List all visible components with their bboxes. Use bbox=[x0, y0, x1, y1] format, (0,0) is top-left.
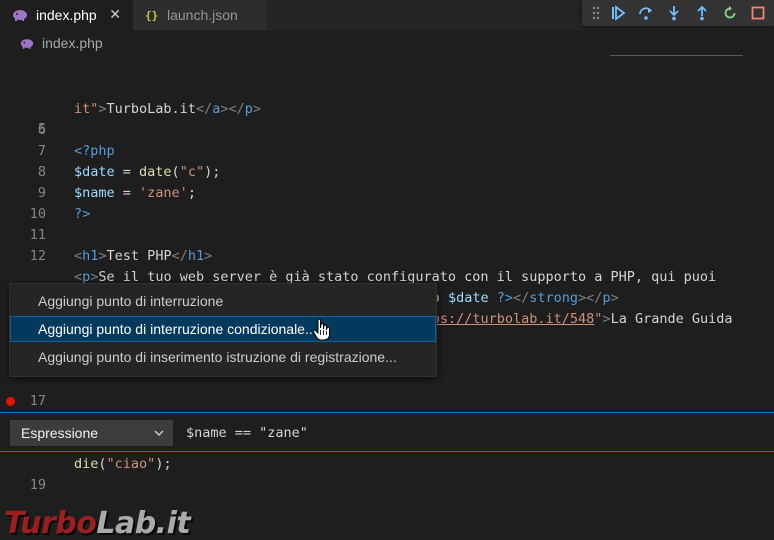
tab-launch-json[interactable]: {} launch.json bbox=[133, 0, 267, 30]
menu-item-label: Aggiungi punto di interruzione condizion… bbox=[38, 321, 317, 337]
tab-index-php[interactable]: index.php ✕ bbox=[0, 0, 133, 30]
code-line: 12 <p>Se il tuo web server è già stato c… bbox=[0, 225, 774, 285]
condition-type-select[interactable]: Espressione bbox=[10, 420, 173, 446]
code-line: 6 <?php bbox=[0, 99, 774, 159]
code-line: 9 ?> bbox=[0, 162, 774, 222]
menu-item-add-breakpoint[interactable]: Aggiungi punto di interruzione bbox=[10, 288, 436, 314]
breakpoint-condition-widget: Espressione $name == "zane" bbox=[0, 412, 774, 452]
code-line: 11 <h1>Test PHP</h1> bbox=[0, 204, 774, 264]
step-out-icon[interactable] bbox=[692, 3, 712, 23]
menu-item-add-logpoint[interactable]: Aggiungi punto di inserimento istruzione… bbox=[10, 344, 436, 370]
drag-grip-icon[interactable] bbox=[586, 3, 606, 23]
code-line: leggere la data attuale => <strong><?php… bbox=[0, 246, 774, 306]
code-line: 7 $date = date("c"); bbox=[0, 120, 774, 180]
step-into-icon[interactable] bbox=[664, 3, 684, 23]
gutter-context-menu: Aggiungi punto di interruzione Aggiungi … bbox=[9, 283, 437, 377]
debug-toolbar bbox=[582, 0, 774, 26]
turbolab-watermark: TurboLab.it bbox=[4, 506, 191, 540]
chevron-down-icon bbox=[152, 421, 166, 452]
code-line: 10 bbox=[0, 183, 774, 222]
line-number: 19 bbox=[29, 477, 46, 493]
breakpoint-marker[interactable] bbox=[6, 397, 15, 406]
php-elephant-icon bbox=[12, 9, 28, 21]
code-line-current: 18 die("ciao"); bbox=[0, 391, 774, 472]
condition-expression-input[interactable]: $name == "zane" bbox=[186, 421, 308, 445]
continue-icon[interactable] bbox=[608, 3, 628, 23]
json-braces-icon: {} bbox=[145, 8, 159, 22]
stop-icon[interactable] bbox=[748, 3, 768, 23]
step-over-icon[interactable] bbox=[636, 3, 656, 23]
code-line: it">TurboLab.it</a></p> bbox=[0, 57, 774, 117]
code-line: 8 $name = 'zane'; bbox=[0, 141, 774, 201]
php-elephant-icon bbox=[20, 38, 34, 49]
svg-text:{}: {} bbox=[145, 9, 158, 22]
close-icon[interactable]: ✕ bbox=[109, 7, 121, 21]
menu-item-add-conditional-breakpoint[interactable]: Aggiungi punto di interruzione condizion… bbox=[10, 316, 436, 342]
select-value: Espressione bbox=[21, 425, 99, 441]
breadcrumb[interactable]: index.php bbox=[0, 30, 774, 56]
breadcrumb-file[interactable]: index.php bbox=[42, 35, 103, 51]
tab-label: launch.json bbox=[167, 7, 238, 23]
code-line: 19 bbox=[0, 454, 774, 493]
tab-label: index.php bbox=[36, 7, 97, 23]
restart-icon[interactable] bbox=[720, 3, 740, 23]
